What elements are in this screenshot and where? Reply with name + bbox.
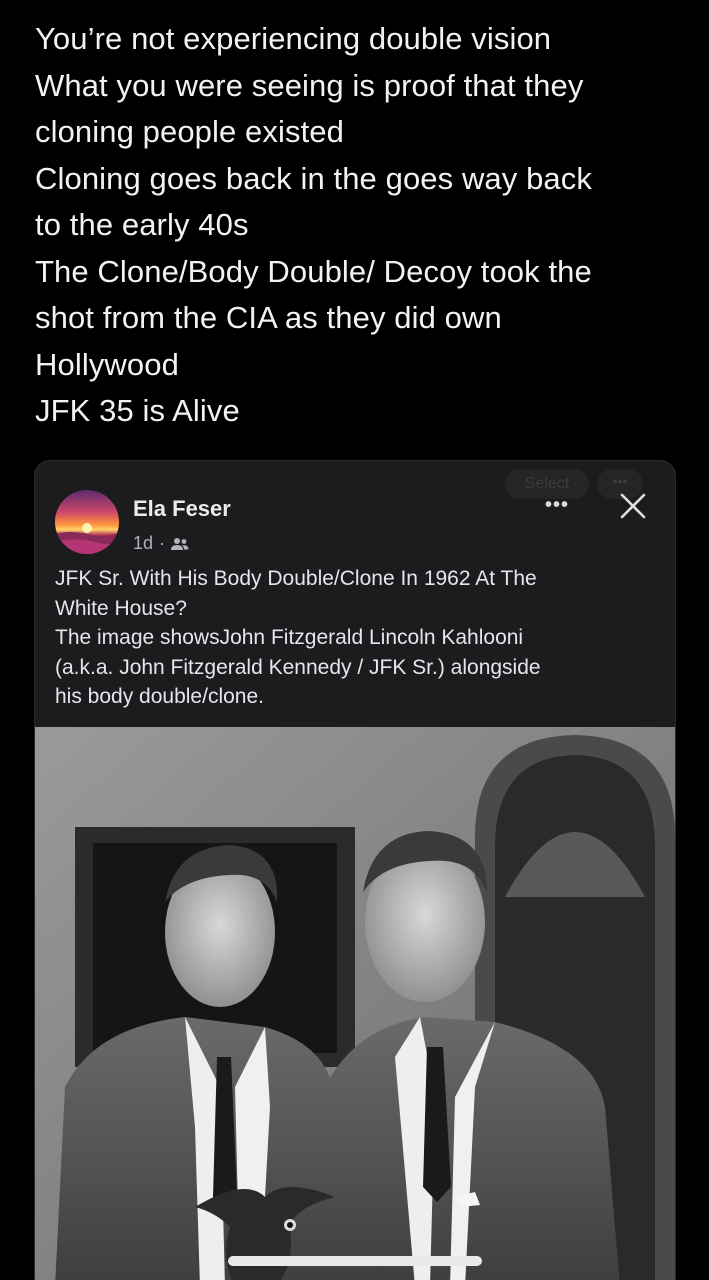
embedded-post-card[interactable]: Select ••• Ela Feser 1d · ••• JFK Sr. Wi…	[34, 460, 676, 1280]
tweet-line: JFK 35 is Alive	[35, 393, 240, 428]
author-name[interactable]: Ela Feser	[133, 496, 231, 522]
post-caption-line: The image showsJohn Fitzgerald Lincoln K…	[55, 626, 524, 649]
screenshot-page: You’re not experiencing double vision Wh…	[0, 0, 709, 1280]
close-icon[interactable]	[618, 491, 648, 521]
tweet-line: cloning people existed	[35, 114, 344, 149]
post-caption-line: White House?	[55, 596, 187, 620]
home-indicator[interactable]	[228, 1256, 482, 1266]
meta-separator: ·	[159, 533, 166, 553]
post-caption-line: his body double/clone.	[55, 685, 264, 708]
post-caption-line: JFK Sr. With His Body Double/Clone In 19…	[55, 567, 537, 590]
tweet-line: Hollywood	[35, 346, 179, 382]
friends-icon[interactable]	[171, 537, 189, 551]
black-and-white-photo-two-men	[35, 727, 675, 1280]
more-options-icon[interactable]: •••	[545, 494, 569, 517]
tweet-line: shot from the CIA as they did own	[35, 300, 502, 335]
post-meta: 1d ·	[133, 533, 189, 554]
tweet-body: You’re not experiencing double vision Wh…	[35, 16, 685, 435]
post-caption-line: (a.k.a. John Fitzgerald Kennedy / JFK Sr…	[55, 655, 541, 679]
post-photo[interactable]	[35, 727, 675, 1280]
post-time[interactable]: 1d	[133, 533, 153, 554]
post-caption: JFK Sr. With His Body Double/Clone In 19…	[55, 564, 655, 712]
tweet-line: What you were seeing is proof that they	[35, 67, 584, 103]
sunset-avatar-image	[55, 490, 119, 554]
tweet-line: You’re not experiencing double vision	[35, 21, 552, 56]
avatar[interactable]	[55, 490, 119, 554]
tweet-line: to the early 40s	[35, 207, 249, 242]
tweet-line: Cloning goes back in the goes way back	[35, 160, 592, 196]
tweet-line: The Clone/Body Double/ Decoy took the	[35, 253, 592, 289]
